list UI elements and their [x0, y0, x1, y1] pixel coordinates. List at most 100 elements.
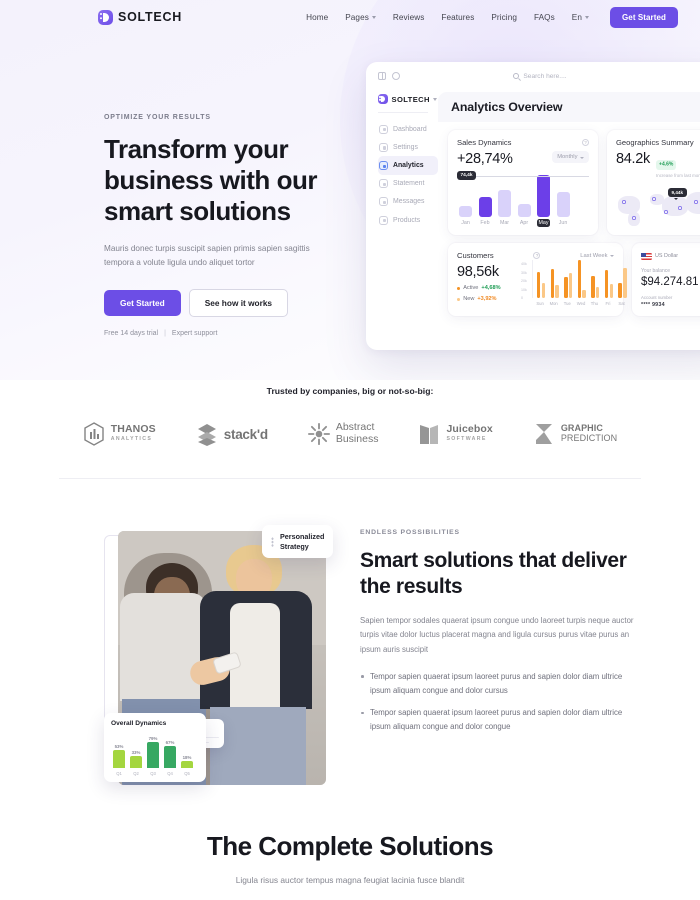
- nav-link-home[interactable]: Home: [306, 13, 328, 22]
- nav-link-pages[interactable]: Pages: [345, 13, 376, 22]
- bar-value: 67%: [165, 739, 175, 745]
- x-label: Tue: [563, 300, 571, 306]
- bar-value: 33%: [131, 749, 141, 755]
- nav-label: En: [571, 12, 582, 22]
- info-icon[interactable]: ?: [533, 252, 541, 260]
- dashboard-body: SOLTECH Dashboard Settings Analytics Sta…: [366, 90, 700, 350]
- bank-card: US Dollar VISA Your balance $94.274.81 A…: [632, 243, 700, 316]
- hero-buttons: Get Started See how it works: [104, 288, 354, 317]
- x-label: Jun: [558, 220, 568, 226]
- help-circle-icon[interactable]: [392, 72, 400, 80]
- search-placeholder: Search here....: [523, 72, 567, 80]
- customers-card: Customers ? Last Week 98,56k Active +4,6…: [448, 243, 627, 316]
- dashboard-brand[interactable]: SOLTECH: [378, 94, 438, 104]
- nav-label: Reviews: [392, 12, 425, 22]
- x-label: Q1: [116, 771, 122, 776]
- hero-see-how-button[interactable]: See how it works: [188, 288, 289, 317]
- hero-note: Free 14 days trial | Expert support: [104, 330, 354, 337]
- complete-solutions-subtitle: Ligula risus auctor tempus magna feugiat…: [235, 875, 465, 885]
- brand-logo[interactable]: SOLTECH: [98, 9, 182, 25]
- bank-card-header: US Dollar VISA: [641, 251, 700, 261]
- y-tick: 40k: [521, 262, 527, 267]
- sidebar-item-settings[interactable]: Settings: [378, 138, 438, 156]
- logo-stackd: stack'd: [196, 422, 268, 446]
- dyn-bar-q3: 79%: [147, 734, 159, 768]
- drag-handle-icon[interactable]: [271, 536, 274, 547]
- x-label: Sat: [618, 300, 625, 306]
- sales-range-dropdown[interactable]: Monthly: [552, 151, 589, 163]
- logo-abstract: Abstract Business: [307, 421, 378, 446]
- bar-group-mon: [550, 269, 559, 299]
- dashboard-brand-name: SOLTECH: [391, 94, 430, 104]
- account-label: Account number: [641, 295, 673, 301]
- logo-line-2: ANALYTICS: [110, 435, 153, 442]
- legend-active: Active +4,68%: [457, 285, 513, 291]
- dashboard-sidebar-nav: Dashboard Settings Analytics Statement M…: [378, 120, 438, 229]
- chevron-down-icon: [433, 98, 438, 101]
- stackd-logo-icon: [197, 424, 216, 446]
- nav-link-faqs[interactable]: FAQs: [534, 13, 555, 22]
- balance-value: $94.274.81: [641, 276, 699, 289]
- sidebar-item-dashboard[interactable]: Dashboard: [378, 120, 438, 138]
- sidebar-item-analytics[interactable]: Analytics: [378, 156, 438, 175]
- nav-link-reviews[interactable]: Reviews: [393, 13, 425, 22]
- dashboard-search[interactable]: Search here....: [513, 72, 567, 80]
- card-header: Sales Dynamics ?: [457, 138, 589, 147]
- bar-group-tue: [564, 273, 573, 299]
- sidebar-item-label: Analytics: [393, 161, 424, 169]
- dashboard-sidebar: SOLTECH Dashboard Settings Analytics Sta…: [366, 90, 438, 350]
- sales-value-row: +28,74% Monthly: [457, 147, 589, 167]
- message-icon: [379, 197, 388, 207]
- sidebar-item-messages[interactable]: Messages: [378, 193, 438, 211]
- sales-tooltip: 74,4k: [457, 171, 477, 180]
- hero-content: OPTIMIZE YOUR RESULTS Transform your bus…: [104, 114, 354, 337]
- chevron-down-icon: [584, 16, 589, 19]
- sales-value: +28,74%: [457, 151, 513, 167]
- bar-value: 53%: [114, 743, 124, 749]
- dashboard-main: Analytics Overview Sales Dynamics ? +28,…: [438, 90, 700, 350]
- nav-link-language[interactable]: En: [572, 13, 589, 22]
- bar-group-sun: [537, 272, 546, 299]
- complete-solutions-title: The Complete Solutions: [206, 831, 494, 861]
- sidebar-item-statement[interactable]: Statement: [378, 175, 438, 193]
- legend-new: New +3,92%: [457, 296, 513, 302]
- geo-tooltip: 9,44k: [668, 188, 687, 200]
- x-label: Q5: [184, 771, 190, 776]
- logo-text: Juicebox SOFTWARE: [446, 424, 492, 443]
- abstract-logo-icon: [307, 423, 330, 445]
- logo-line-1: Juicebox: [446, 423, 493, 436]
- logo-row: THANOS ANALYTICS stack'd Abstract Busine…: [0, 421, 700, 446]
- x-label: Apr: [519, 220, 529, 226]
- customers-range-label: Last Week: [580, 252, 608, 259]
- list-item: Tempor sapien quaerat ipsum laoreet puru…: [360, 706, 640, 733]
- y-tick: 30k: [521, 270, 527, 275]
- features-bullet-list: Tempor sapien quaerat ipsum laoreet puru…: [360, 670, 640, 734]
- hero-note-trial: Free 14 days trial: [104, 329, 159, 337]
- customers-bars: [532, 260, 627, 299]
- bar-group-wed: [577, 260, 586, 299]
- nav-label: FAQs: [533, 12, 555, 22]
- soltech-logo-icon: [378, 94, 388, 104]
- customers-range-dropdown[interactable]: Last Week: [580, 253, 614, 259]
- nav-link-features[interactable]: Features: [441, 13, 474, 22]
- hero-note-support: Expert support: [171, 329, 218, 337]
- balance-label: Your balance: [641, 268, 671, 275]
- dashboard-title: Analytics Overview: [451, 100, 563, 114]
- currency-label[interactable]: US Dollar: [655, 253, 678, 259]
- sidebar-toggle-icon[interactable]: [378, 71, 386, 80]
- juicebox-logo-icon: [420, 425, 439, 444]
- sidebar-item-products[interactable]: Products: [378, 211, 438, 229]
- hero-section: SOLTECH Home Pages Reviews Features Pric…: [0, 0, 700, 380]
- hero-note-separator: |: [164, 329, 166, 337]
- overall-dynamics-card: Overall Dynamics 53% 33% 79% 67% 18% Q1 …: [104, 713, 206, 782]
- customers-y-labels: 40k 30k 20k 10k 0: [521, 260, 527, 302]
- gear-icon: [379, 142, 388, 152]
- card-title: Sales Dynamics: [457, 138, 512, 147]
- hero-get-started-button[interactable]: Get Started: [104, 289, 181, 316]
- logo-line-2: PREDICTION: [560, 433, 618, 443]
- bar-jun: [556, 192, 570, 217]
- hero-title: Transform your business with our smart s…: [104, 134, 318, 226]
- info-icon[interactable]: ?: [582, 139, 589, 146]
- nav-link-pricing[interactable]: Pricing: [491, 13, 517, 22]
- nav-get-started-button[interactable]: Get Started: [609, 6, 678, 28]
